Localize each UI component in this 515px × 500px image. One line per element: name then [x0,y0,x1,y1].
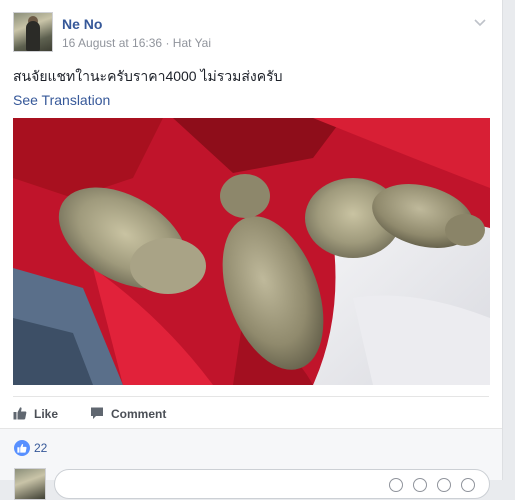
thumbs-up-icon [13,406,27,423]
post-card: Ne No 16 August at 16:36 · Hat Yai สนจัย… [0,0,503,500]
post-photo[interactable] [13,118,490,385]
like-label: Like [34,407,59,421]
like-button[interactable]: Like [13,405,58,423]
sticker-icon[interactable] [461,478,475,492]
emoji-icon[interactable] [389,478,403,492]
gif-icon[interactable] [437,478,451,492]
see-translation-link[interactable]: See Translation [13,92,110,108]
author-name[interactable]: Ne No [62,16,102,32]
author-avatar[interactable] [13,12,53,52]
comment-input[interactable] [54,469,490,499]
chevron-down-icon[interactable] [472,14,488,30]
comment-label: Comment [111,407,167,421]
camera-icon[interactable] [413,478,427,492]
post-header: Ne No 16 August at 16:36 · Hat Yai [13,12,490,54]
speech-bubble-icon [90,406,104,423]
post-meta: 16 August at 16:36 · Hat Yai [62,36,211,50]
like-reaction-icon[interactable] [14,440,30,456]
like-count[interactable]: 22 [34,441,47,455]
meta-separator: · [165,36,170,50]
viewer-avatar[interactable] [14,468,46,500]
post-actions: Like Comment [13,396,489,429]
post-date[interactable]: 16 August at 16:36 [62,36,162,50]
comment-button[interactable]: Comment [90,405,166,423]
post-location[interactable]: Hat Yai [173,36,211,50]
avatar-figure [26,21,40,51]
comment-composer [0,462,502,500]
post-text: สนจัยแชทใานะครับราคา4000 ไม่รวมส่งครับ [13,68,283,84]
